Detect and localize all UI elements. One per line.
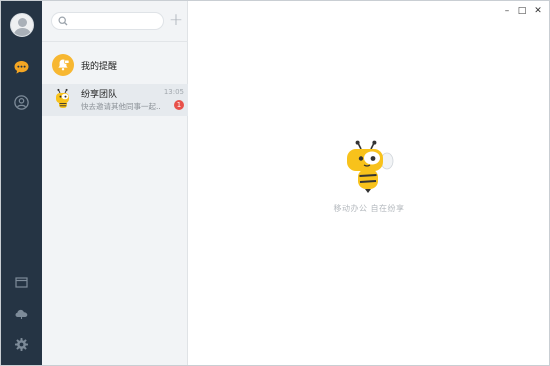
search-icon [58, 16, 68, 26]
unread-badge: 1 [174, 100, 184, 110]
settings-gear-icon[interactable] [13, 336, 30, 353]
bee-mascot-icon [56, 88, 69, 108]
list-item-title: 纷享团队 [81, 90, 118, 100]
contact-person-icon[interactable] [13, 94, 30, 111]
list-item-preview: 快去邀请其他同事一起... [81, 102, 161, 111]
sidebar-rail [1, 1, 42, 365]
user-avatar[interactable] [10, 13, 34, 37]
session-list-panel: + 我的提醒 纷享团队 13:05 快去邀请其他同事一起... 1 [42, 1, 188, 365]
cloud-icon[interactable] [13, 305, 30, 322]
divider [42, 41, 188, 42]
search-input[interactable] [72, 14, 160, 28]
list-item-reminders[interactable]: 我的提醒 [42, 52, 188, 80]
tagline-text: 移动办公 自在纷享 [333, 204, 405, 213]
bee-mascot-icon [347, 140, 394, 193]
search-box[interactable] [51, 12, 164, 30]
list-item-time: 13:05 [163, 88, 184, 96]
close-button[interactable]: ✕ [532, 5, 544, 17]
minimize-button[interactable]: – [501, 5, 513, 17]
calendar-window-icon[interactable] [13, 274, 30, 291]
list-item-team[interactable]: 纷享团队 13:05 快去邀请其他同事一起... 1 [42, 84, 188, 116]
add-button[interactable]: + [168, 11, 184, 29]
main-panel: – □ ✕ 移动办公 自在纷享 [189, 1, 549, 365]
app-window: + 我的提醒 纷享团队 13:05 快去邀请其他同事一起... 1 – □ ✕ … [0, 0, 550, 366]
maximize-button[interactable]: □ [516, 5, 528, 17]
list-item-title: 我的提醒 [81, 62, 118, 72]
chat-bubble-icon[interactable] [13, 59, 30, 76]
reminder-icon [52, 54, 74, 76]
